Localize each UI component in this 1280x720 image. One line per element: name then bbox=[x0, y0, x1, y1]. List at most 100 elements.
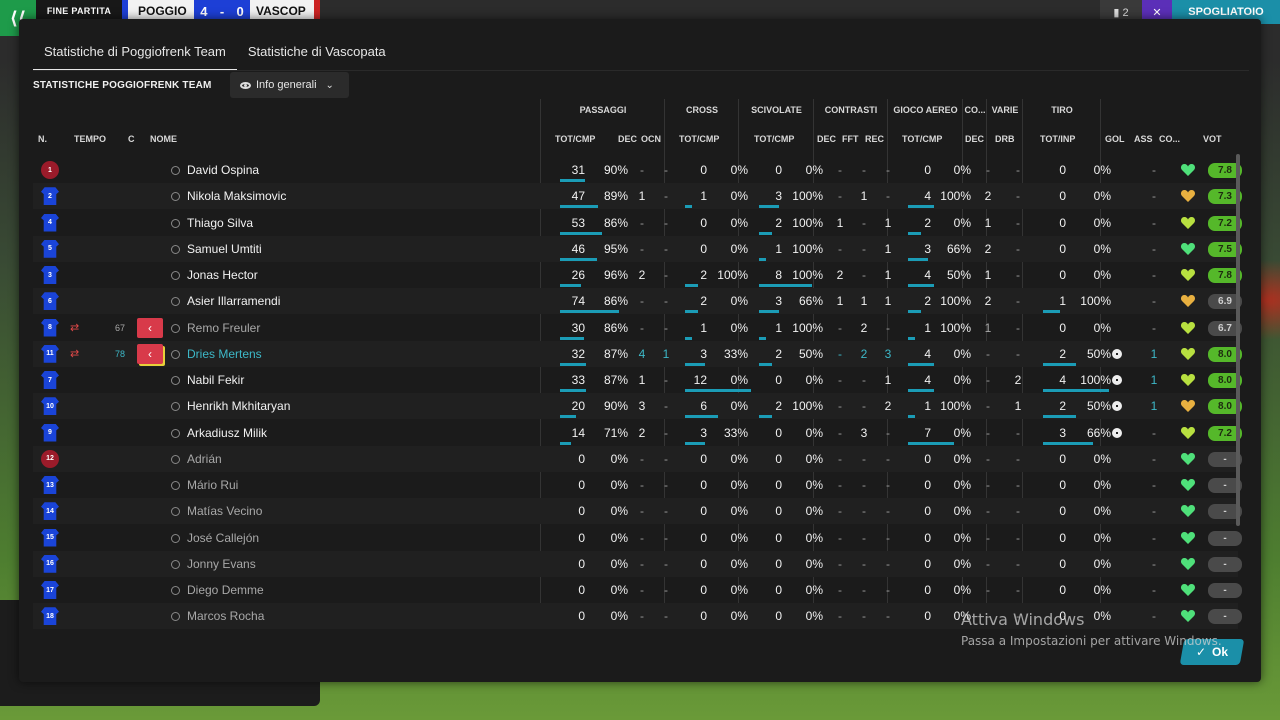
player-name[interactable]: Samuel Umtiti bbox=[187, 242, 262, 256]
player-name[interactable]: Marcos Rocha bbox=[187, 609, 264, 623]
player-name[interactable]: Jonny Evans bbox=[187, 557, 256, 571]
pass-dec: 4 bbox=[638, 346, 646, 361]
col-header-c[interactable]: C bbox=[128, 134, 135, 144]
aerial-bar bbox=[908, 336, 915, 340]
table-row[interactable]: 7 Nabil Fekir 33 87% 1-12 0% 0 0% - -1 4 0% -2 4 100% 1… bbox=[33, 367, 1242, 393]
player-name-cell[interactable]: Mário Rui bbox=[171, 472, 431, 498]
col-header-name[interactable]: NOME bbox=[150, 134, 177, 144]
player-name-cell[interactable]: Henrikh Mkhitaryan bbox=[171, 393, 431, 419]
table-row[interactable]: 14 Matías Vecino 0 0% - -0 0% 0 0% - - -0 0% - -0 0% - - bbox=[33, 498, 1242, 525]
player-name[interactable]: Adrián bbox=[187, 452, 222, 466]
table-row[interactable]: 15 José Callejón 0 0% - -0 0% 0 0% - - -0 0% - -0 0% - - bbox=[33, 525, 1242, 551]
player-name[interactable]: Asier Illarramendi bbox=[187, 294, 280, 308]
col-header-assists[interactable]: ASS bbox=[1134, 134, 1153, 144]
table-row[interactable]: 3 Jonas Hector 26 96% 2-2 100% 8 100% 2-1 4 50% 1-0… bbox=[33, 262, 1242, 288]
pass-dec: 1 bbox=[638, 189, 646, 204]
player-name-cell[interactable]: Arkadiusz Milik bbox=[171, 420, 431, 446]
player-name-cell[interactable]: Diego Demme bbox=[171, 577, 431, 603]
cross-pct: 0% bbox=[730, 530, 748, 545]
col-header-pass-ocn[interactable]: OCN bbox=[641, 134, 661, 144]
table-scrollbar[interactable] bbox=[1236, 154, 1240, 526]
substitution-button[interactable]: ‹ bbox=[137, 343, 163, 364]
col-header-drb[interactable]: DRB bbox=[995, 134, 1015, 144]
player-name[interactable]: Henrikh Mkhitaryan bbox=[187, 399, 290, 413]
player-rating: - bbox=[1208, 583, 1242, 598]
table-row[interactable]: 2 Nikola Maksimovic 47 89% 1-1 0% 3 100% -1-4 100… bbox=[33, 183, 1242, 210]
player-name[interactable]: Nabil Fekir bbox=[187, 373, 244, 387]
person-icon bbox=[171, 533, 180, 543]
col-header-cross-tot[interactable]: TOT/CMP bbox=[679, 134, 719, 144]
player-name-cell[interactable]: Jonny Evans bbox=[171, 551, 431, 577]
player-name[interactable]: Nikola Maksimovic bbox=[187, 189, 286, 203]
cross-total: 0 bbox=[700, 530, 707, 545]
col-header-time[interactable]: TEMPO bbox=[74, 134, 106, 144]
player-name-cell[interactable]: Asier Illarramendi bbox=[171, 288, 431, 314]
table-row[interactable]: 6 Asier Illarramendi 74 86% - -2 0% 3 66% 1 1 1 2 100… bbox=[33, 288, 1242, 315]
aerial-total: 0 bbox=[924, 609, 931, 624]
table-row[interactable]: 12 Adrián 0 0% - -0 0% 0 0% - - -0 0% - -0 0% - - bbox=[33, 445, 1242, 472]
col-header-shot-tot[interactable]: TOT/INP bbox=[1040, 134, 1075, 144]
player-name[interactable]: David Ospina bbox=[187, 163, 259, 177]
player-name[interactable]: Jonas Hector bbox=[187, 268, 258, 282]
table-row[interactable]: 5 Samuel Umtiti 46 95% - -0 0% 1 100% - -1 3 66% 2-0 0… bbox=[33, 235, 1242, 262]
player-name-cell[interactable]: Nikola Maksimovic bbox=[171, 183, 431, 209]
table-row[interactable]: 8 ⇄ 67 ‹ Remo Freuler 30 86% - -1 0% 1 100% -2-1 100%… bbox=[33, 315, 1242, 341]
player-name[interactable]: Diego Demme bbox=[187, 583, 264, 597]
table-row[interactable]: 4 Thiago Silva 53 86% - -0 0% 2 100% 1-1 2 0% 1-0 0% -… bbox=[33, 210, 1242, 236]
col-header-condition[interactable]: CO... bbox=[1159, 134, 1180, 144]
col-header-air-tot[interactable]: TOT/CMP bbox=[902, 134, 942, 144]
cross-total: 0 bbox=[700, 583, 707, 597]
col-header-con-dec[interactable]: DEC bbox=[817, 134, 836, 144]
player-name[interactable]: Arkadiusz Milik bbox=[187, 426, 267, 440]
player-name-cell[interactable]: Matías Vecino bbox=[171, 498, 431, 524]
shots-bar bbox=[1043, 415, 1076, 419]
pass-pct: 0% bbox=[610, 504, 628, 519]
co-dec: - bbox=[986, 556, 990, 571]
table-row[interactable]: 17 Diego Demme 0 0% - -0 0% 0 0% - - -0 0% - -0 0% - - bbox=[33, 577, 1242, 603]
col-header-con-rec[interactable]: REC bbox=[865, 134, 884, 144]
contrast-rec: 1 bbox=[884, 215, 892, 230]
aerial-pct: 0% bbox=[953, 583, 971, 597]
pass-dec: 3 bbox=[638, 399, 646, 414]
assists: - bbox=[1152, 478, 1156, 492]
cross-pct: 0% bbox=[730, 556, 748, 571]
player-name[interactable]: Matías Vecino bbox=[187, 504, 262, 518]
col-header-pass-tot[interactable]: TOT/CMP bbox=[555, 134, 595, 144]
table-row[interactable]: 11 ⇄ 78 ‹ Dries Mertens 32 87% 4 1 3 33% 2 50% -2 3 4 0%… bbox=[33, 340, 1242, 367]
table-row[interactable]: 13 Mário Rui 0 0% - -0 0% 0 0% - - -0 0% - -0 0% - - bbox=[33, 472, 1242, 498]
pass-total: 0 bbox=[578, 504, 585, 519]
player-name-cell[interactable]: David Ospina bbox=[171, 157, 431, 183]
player-name[interactable]: José Callejón bbox=[187, 531, 259, 545]
player-name-cell[interactable]: Dries Mertens bbox=[171, 341, 431, 367]
cross-bar bbox=[685, 284, 698, 287]
player-name[interactable]: Thiago Silva bbox=[187, 216, 253, 230]
col-header-pass-dec[interactable]: DEC bbox=[618, 134, 637, 144]
col-header-tackle-tot[interactable]: TOT/CMP bbox=[754, 134, 794, 144]
player-name-cell[interactable]: José Callejón bbox=[171, 525, 431, 551]
pass-pct: 96% bbox=[603, 268, 628, 282]
col-header-co-dec[interactable]: DEC bbox=[965, 134, 984, 144]
player-name[interactable]: Mário Rui bbox=[187, 478, 238, 492]
col-header-vote[interactable]: VOT bbox=[1203, 134, 1222, 144]
col-header-goals[interactable]: GOL bbox=[1105, 134, 1125, 144]
player-name-cell[interactable]: Nabil Fekir bbox=[171, 367, 431, 393]
col-header-con-fft[interactable]: FFT bbox=[842, 134, 859, 144]
player-name[interactable]: Remo Freuler bbox=[187, 321, 260, 335]
col-header-number[interactable]: N. bbox=[38, 134, 47, 144]
table-row[interactable]: 9 Arkadiusz Milik 14 71% 2-3 33% 0 0% -3-7 0% - -3 6… bbox=[33, 420, 1242, 446]
player-name-cell[interactable]: Marcos Rocha bbox=[171, 603, 431, 629]
player-name-cell[interactable]: Remo Freuler bbox=[171, 315, 431, 341]
cross-pct: 33% bbox=[723, 425, 748, 440]
table-row[interactable]: 10 Henrikh Mkhitaryan 20 90% 3-6 0% 2 100% - -2 1 1… bbox=[33, 393, 1242, 420]
pass-pct: 87% bbox=[603, 346, 628, 361]
table-row[interactable]: 1 David Ospina 31 90% - -0 0% 0 0% - - -0 0% - -0 0% -7.… bbox=[33, 157, 1242, 183]
substitution-button[interactable]: ‹ bbox=[137, 317, 163, 338]
table-row[interactable]: 16 Jonny Evans 0 0% - -0 0% 0 0% - - -0 0% - -0 0% - - bbox=[33, 550, 1242, 577]
shots-pct: 0% bbox=[1093, 320, 1111, 335]
player-name-cell[interactable]: Thiago Silva bbox=[171, 210, 431, 236]
player-name-cell[interactable]: Jonas Hector bbox=[171, 262, 431, 288]
player-name-cell[interactable]: Adrián bbox=[171, 446, 431, 472]
player-name-cell[interactable]: Samuel Umtiti bbox=[171, 236, 431, 262]
player-name[interactable]: Dries Mertens bbox=[187, 347, 262, 361]
aerial-total: 0 bbox=[924, 451, 931, 466]
